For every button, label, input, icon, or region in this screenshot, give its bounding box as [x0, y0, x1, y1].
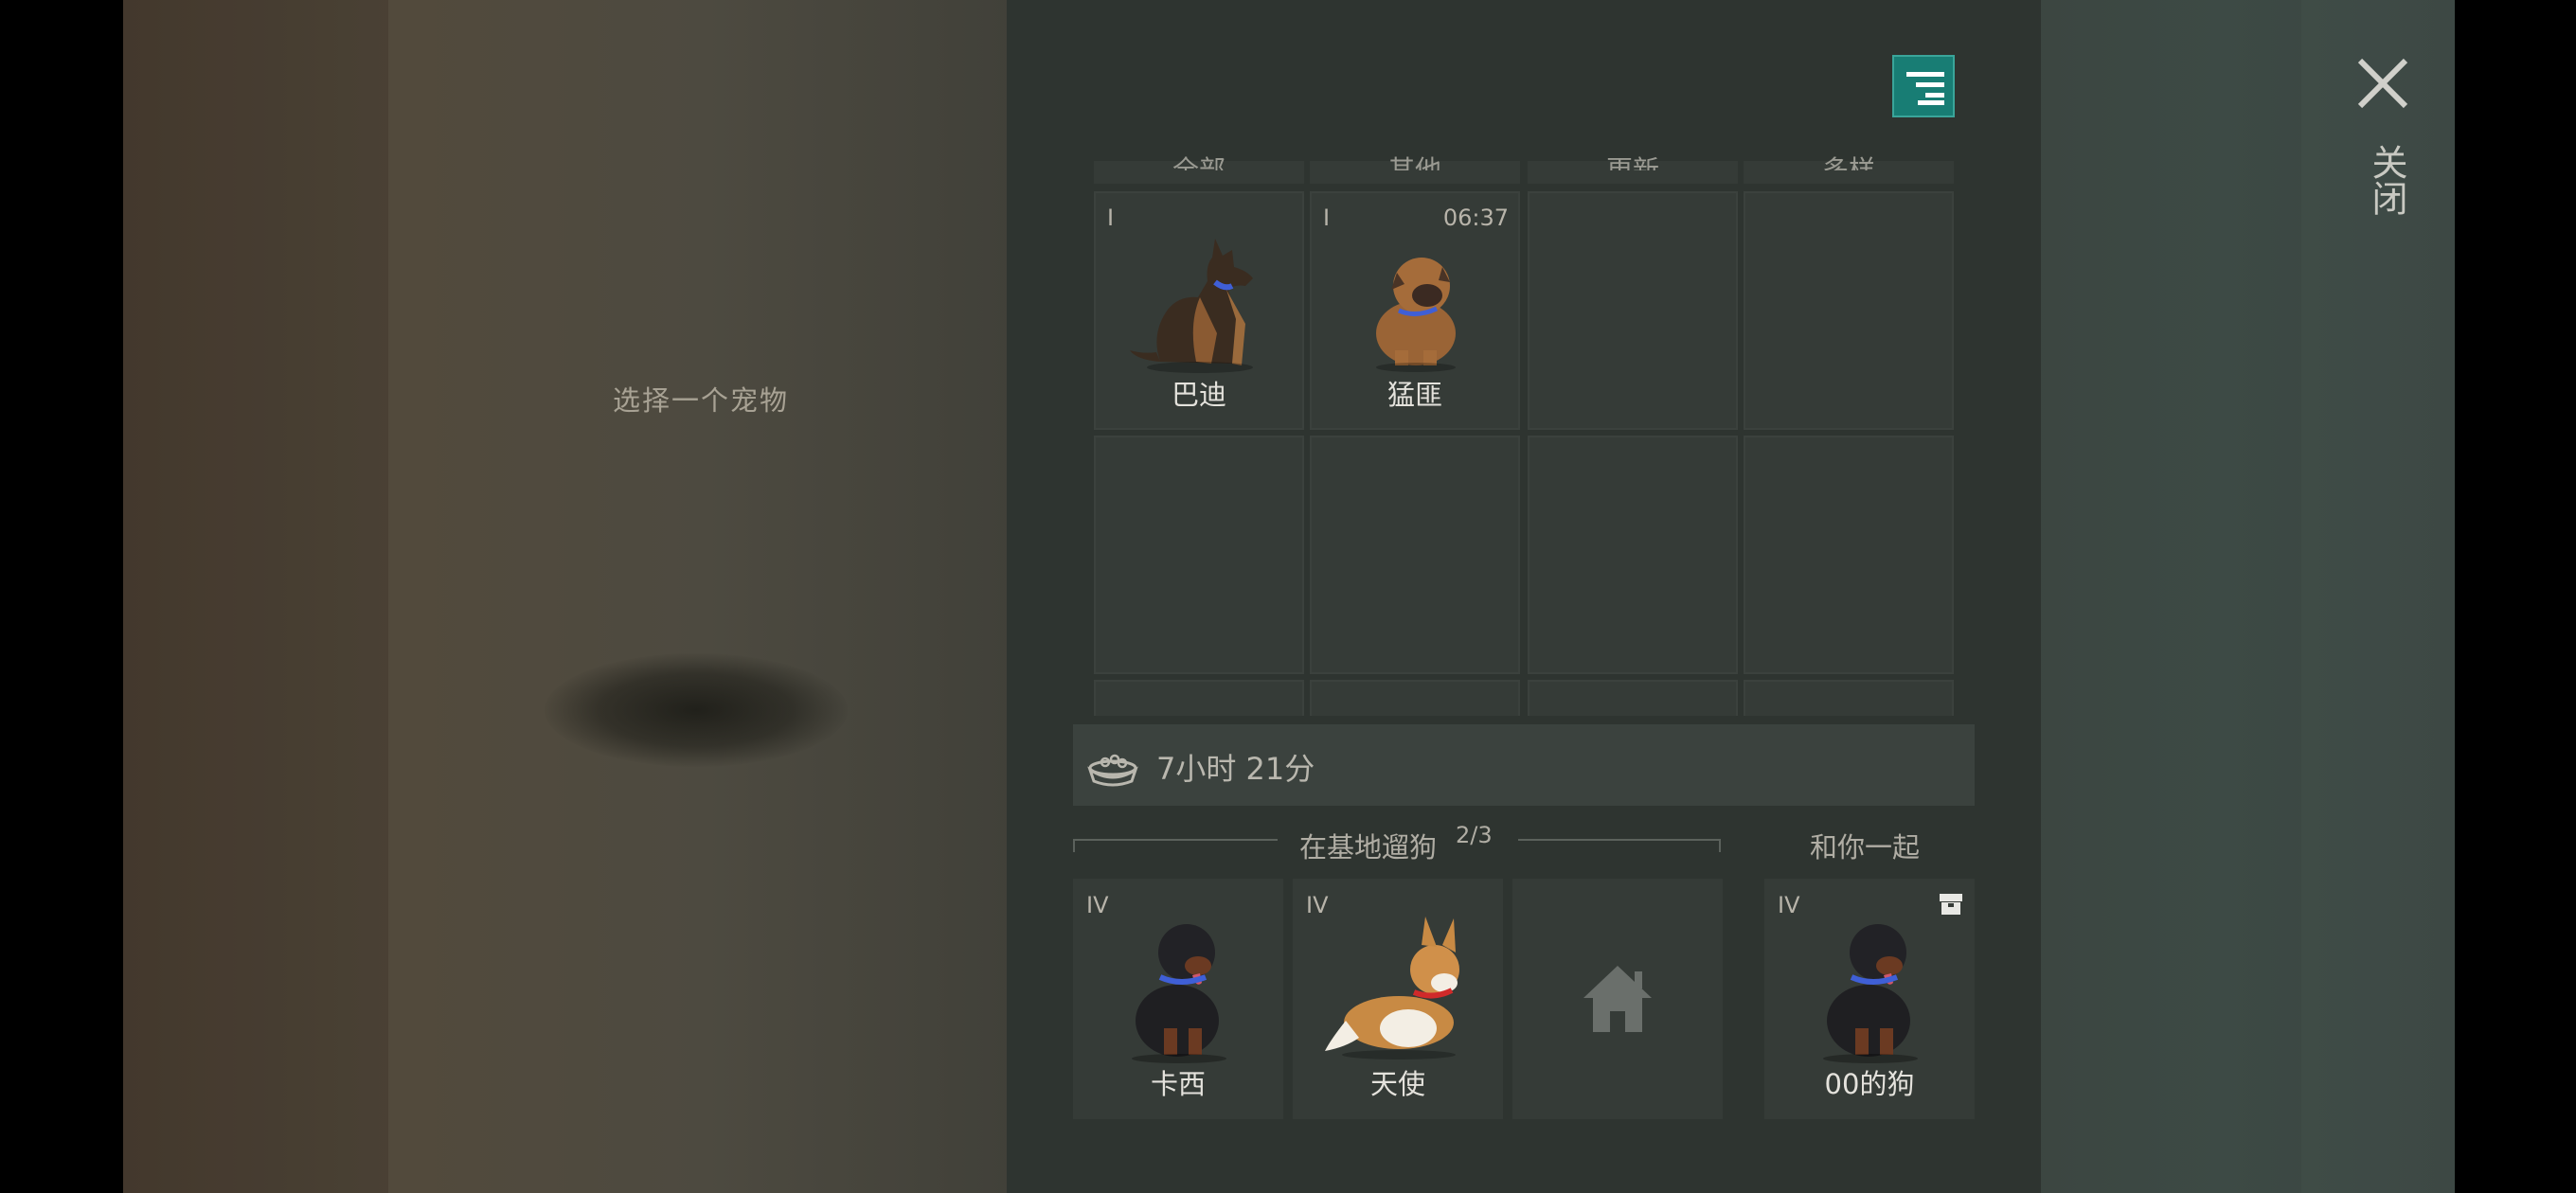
home-icon: [1583, 966, 1652, 1032]
with-you-title: 和你一起: [1810, 831, 1921, 864]
pet-card-buddy[interactable]: I 巴迪: [1094, 191, 1304, 430]
close-button[interactable]: [2356, 57, 2409, 110]
pug-dog-icon: [1376, 258, 1456, 372]
walk-count: 2/3: [1456, 822, 1493, 848]
pet-grid: I 巴迪 I 06:37 猛匪: [1094, 161, 1956, 716]
sort-menu-button[interactable]: [1892, 55, 1955, 117]
german-shepherd-icon: [1130, 239, 1253, 373]
companion-slot[interactable]: IV 00的狗: [1764, 879, 1975, 1119]
empty-pet-slot[interactable]: [1744, 680, 1954, 716]
close-label[interactable]: 关闭: [2360, 144, 2407, 216]
walk-slot-kaxi[interactable]: IV 卡西: [1073, 879, 1283, 1119]
empty-pet-slot[interactable]: [1528, 436, 1738, 674]
empty-pet-slot[interactable]: [1094, 680, 1304, 716]
pet-name: 天使: [1369, 1068, 1425, 1100]
pet-card-bandit[interactable]: I 06:37 猛匪: [1310, 191, 1520, 430]
empty-pet-slot[interactable]: [1744, 191, 1954, 430]
pet-name: 巴迪: [1171, 379, 1226, 411]
empty-pet-slot[interactable]: [1094, 436, 1304, 674]
pet-name: 卡西: [1150, 1068, 1206, 1100]
empty-pet-slot[interactable]: [1310, 436, 1520, 674]
rottweiler-icon: [1823, 924, 1918, 1063]
pet-name: 猛匪: [1386, 379, 1442, 411]
food-status-bar: 7小时 21分: [1073, 724, 1975, 806]
food-remaining-time: 7小时 21分: [1156, 751, 1315, 787]
empty-pet-slot[interactable]: [1310, 680, 1520, 716]
walk-slot-angel[interactable]: IV 天使: [1293, 879, 1503, 1119]
food-bowl-icon: [1087, 754, 1138, 787]
empty-pet-slot[interactable]: [1744, 436, 1954, 674]
rottweiler-icon: [1132, 924, 1226, 1063]
select-pet-hint: 选择一个宠物: [612, 384, 789, 417]
corgi-icon: [1325, 917, 1459, 1059]
close-icon: [2357, 58, 2408, 109]
section-divider: [1073, 839, 1278, 841]
empty-pet-slot[interactable]: [1528, 680, 1738, 716]
pet-stand-shadow: [545, 653, 848, 767]
section-divider: [1518, 839, 1721, 841]
background-band-left: [123, 0, 388, 1193]
sort-menu-icon: [1906, 72, 1944, 105]
empty-pet-slot[interactable]: [1528, 191, 1738, 430]
walk-slot-empty[interactable]: [1512, 879, 1723, 1119]
section-divider-tick: [1719, 839, 1721, 852]
pet-name: 00的狗: [1824, 1068, 1915, 1100]
section-divider-tick: [1073, 839, 1075, 852]
walk-section-title: 在基地遛狗: [1299, 831, 1438, 864]
